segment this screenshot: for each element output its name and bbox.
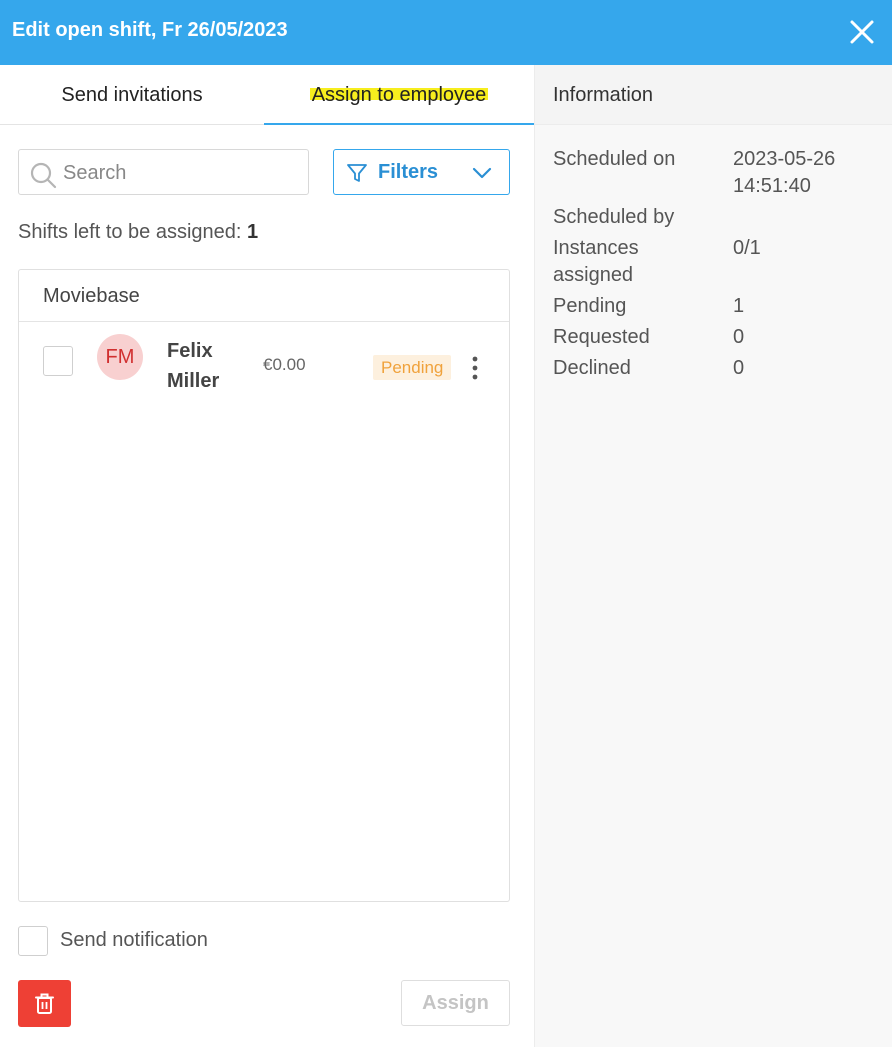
dialog-title: Edit open shift, Fr 26/05/2023 — [12, 19, 288, 41]
filter-icon — [347, 164, 367, 182]
info-row-pending: Pending 1 — [553, 293, 883, 320]
group-header: Moviebase — [19, 270, 509, 322]
send-notification-label: Send notification — [60, 929, 208, 951]
close-icon — [850, 20, 874, 44]
employee-checkbox[interactable] — [43, 346, 73, 376]
info-label: Requested — [553, 326, 650, 348]
info-label: Pending — [553, 295, 627, 317]
send-notification-checkbox[interactable] — [18, 926, 48, 956]
search-icon — [30, 162, 57, 189]
info-row-instances-assigned: Instances assigned 0/1 — [553, 235, 883, 289]
info-label-line: Instances — [553, 237, 639, 259]
info-label: Instances assigned — [553, 235, 733, 289]
filters-dropdown[interactable]: Filters — [333, 149, 510, 195]
row-menu-button[interactable] — [465, 354, 485, 382]
scheduled-time: 14:51:40 — [733, 175, 811, 197]
tab-bar: Send invitations Assign to employee — [0, 65, 534, 125]
info-value: 0 — [733, 357, 745, 379]
info-row-declined: Declined 0 — [553, 355, 883, 382]
info-label: Declined — [553, 357, 631, 379]
info-row-scheduled-on: Scheduled on 2023-05-26 14:51:40 — [553, 146, 883, 200]
info-row-requested: Requested 0 — [553, 324, 883, 351]
information-panel: Information Scheduled on 2023-05-26 14:5… — [534, 65, 892, 1047]
trash-icon — [35, 993, 54, 1014]
status-badge: Pending — [373, 355, 452, 380]
employee-last-name: Miller — [167, 370, 220, 392]
info-label-line: assigned — [553, 264, 634, 286]
chevron-down-icon — [472, 167, 492, 179]
shifts-left-label: Shifts left to be assigned: — [18, 221, 242, 243]
employee-list: Moviebase FM Felix Miller €0.00 Pending — [18, 269, 510, 902]
information-details: Scheduled on 2023-05-26 14:51:40 Schedul… — [553, 146, 883, 386]
avatar: FM — [97, 334, 143, 380]
search-input[interactable] — [63, 158, 303, 188]
info-value: 0/1 — [733, 237, 761, 259]
more-vertical-icon — [472, 356, 478, 380]
info-label: Scheduled by — [553, 206, 675, 228]
employee-first-name: Felix — [167, 340, 213, 362]
filters-label: Filters — [378, 161, 439, 183]
tab-send-invitations-label: Send invitations — [61, 84, 203, 106]
info-label: Scheduled on — [553, 148, 676, 170]
list-item: FM Felix Miller €0.00 Pending — [19, 322, 509, 408]
delete-button[interactable] — [18, 980, 71, 1027]
info-value: 2023-05-26 14:51:40 — [733, 146, 883, 200]
shifts-left-count: 1 — [247, 221, 259, 243]
tab-send-invitations[interactable]: Send invitations — [0, 65, 264, 125]
close-button[interactable] — [848, 18, 876, 46]
info-row-scheduled-by: Scheduled by — [553, 204, 883, 231]
assign-button[interactable]: Assign — [401, 980, 510, 1026]
shifts-left-text: Shifts left to be assigned: 1 — [18, 221, 258, 244]
information-title: Information — [535, 65, 892, 125]
info-value: 0 — [733, 326, 745, 348]
scheduled-date: 2023-05-26 — [733, 148, 836, 170]
employee-name: Felix Miller — [167, 336, 247, 396]
tab-assign-to-employee-label: Assign to employee — [309, 84, 489, 106]
tab-assign-to-employee[interactable]: Assign to employee — [264, 65, 534, 125]
info-value: 1 — [733, 295, 745, 317]
assign-panel: Send invitations Assign to employee Filt… — [0, 65, 534, 1047]
info-value — [733, 204, 883, 231]
employee-wage: €0.00 — [263, 355, 306, 374]
search-box — [18, 149, 309, 195]
dialog-header: Edit open shift, Fr 26/05/2023 — [0, 0, 892, 65]
